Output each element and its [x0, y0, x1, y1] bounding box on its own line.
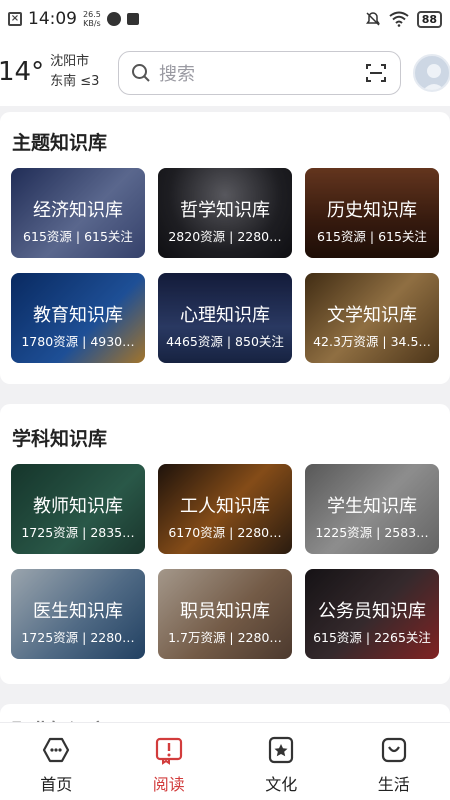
top-header: 14° 沈阳市 东南 ≤3 搜索 — [0, 38, 450, 106]
library-card-psychology[interactable]: 心理知识库 4465资源 | 850关注 — [158, 273, 292, 363]
tab-label: 首页 — [40, 775, 73, 794]
library-card-worker[interactable]: 工人知识库 6170资源 | 2280… — [158, 464, 292, 554]
battery-indicator: 88 — [416, 10, 442, 28]
bottom-tab-bar: 首页 阅读 文化 生活 — [0, 722, 450, 800]
card-title: 心理知识库 — [180, 305, 270, 326]
card-title: 哲学知识库 — [180, 200, 270, 221]
weather-location: 沈阳市 东南 ≤3 — [50, 52, 99, 92]
card-title: 公务员知识库 — [318, 601, 426, 622]
close-notification-icon: × — [8, 12, 22, 26]
network-speed: 26.5 KB/s — [83, 10, 101, 28]
card-meta: 1725资源 | 2835… — [21, 525, 135, 540]
tab-culture[interactable]: 文化 — [225, 723, 338, 800]
card-title: 医生知识库 — [33, 601, 123, 622]
search-bar[interactable]: 搜索 — [118, 51, 401, 95]
card-meta: 615资源 | 615关注 — [23, 229, 133, 244]
card-title: 经济知识库 — [33, 200, 123, 221]
star-badge-icon — [269, 736, 294, 764]
tab-label: 生活 — [377, 775, 410, 794]
section-title: 主题知识库 — [12, 132, 108, 154]
library-card-civil-servant[interactable]: 公务员知识库 615资源 | 2265关注 — [305, 569, 439, 659]
card-meta: 1780资源 | 4930… — [21, 334, 135, 349]
status-bar: × 14:09 26.5 KB/s 88 — [0, 0, 450, 38]
card-meta: 1225资源 | 2583… — [315, 525, 429, 540]
library-card-history[interactable]: 历史知识库 615资源 | 615关注 — [305, 168, 439, 258]
tab-life[interactable]: 生活 — [338, 723, 450, 800]
card-title: 工人知识库 — [180, 496, 270, 517]
mute-bell-icon — [365, 12, 380, 26]
card-meta: 1725资源 | 2280… — [21, 630, 135, 645]
library-card-teacher[interactable]: 教师知识库 1725资源 | 2835… — [11, 464, 145, 554]
app-notification-icon-2 — [126, 13, 139, 25]
wifi-icon — [389, 11, 409, 27]
chat-bubble-icon — [43, 737, 70, 763]
temperature: 14° — [0, 57, 45, 87]
library-card-philosophy[interactable]: 哲学知识库 2820资源 | 2280… — [158, 168, 292, 258]
card-title: 文学知识库 — [327, 305, 417, 326]
library-card-student[interactable]: 学生知识库 1225资源 | 2583… — [305, 464, 439, 554]
theme-library-section: 主题知识库 经济知识库 615资源 | 615关注 哲学知识库 2820资源 |… — [0, 112, 450, 384]
card-title: 学生知识库 — [327, 496, 417, 517]
library-card-doctor[interactable]: 医生知识库 1725资源 | 2280… — [11, 569, 145, 659]
card-meta: 42.3万资源 | 34.5… — [313, 334, 431, 349]
section-title: 学科知识库 — [12, 428, 108, 450]
tab-label: 阅读 — [152, 775, 185, 794]
card-meta: 615资源 | 2265关注 — [313, 630, 431, 645]
tab-home[interactable]: 首页 — [0, 723, 113, 800]
card-meta: 615资源 | 615关注 — [317, 229, 427, 244]
avatar[interactable] — [413, 54, 450, 92]
card-title: 历史知识库 — [327, 200, 417, 221]
card-meta: 2820资源 | 2280… — [168, 229, 282, 244]
library-card-clerk[interactable]: 职员知识库 1.7万资源 | 2280… — [158, 569, 292, 659]
library-card-economics[interactable]: 经济知识库 615资源 | 615关注 — [11, 168, 145, 258]
scan-icon[interactable] — [364, 61, 388, 85]
search-icon — [132, 64, 150, 82]
card-meta: 4465资源 | 850关注 — [166, 334, 284, 349]
status-time: 14:09 — [28, 9, 77, 29]
library-card-literature[interactable]: 文学知识库 42.3万资源 | 34.5… — [305, 273, 439, 363]
tab-label: 文化 — [265, 775, 298, 794]
card-meta: 1.7万资源 | 2280… — [168, 630, 282, 645]
wind: 东南 ≤3 — [50, 74, 100, 89]
card-title: 教师知识库 — [33, 496, 123, 517]
card-title: 职员知识库 — [180, 601, 270, 622]
bag-smile-icon — [381, 737, 406, 763]
book-icon — [155, 737, 182, 765]
subject-library-section: 学科知识库 教师知识库 1725资源 | 2835… 工人知识库 6170资源 … — [0, 404, 450, 684]
search-input[interactable]: 搜索 — [159, 60, 364, 86]
city: 沈阳市 — [50, 54, 90, 69]
app-notification-icon — [106, 12, 121, 26]
library-card-education[interactable]: 教育知识库 1780资源 | 4930… — [11, 273, 145, 363]
card-title: 教育知识库 — [33, 305, 123, 326]
user-icon — [423, 64, 445, 90]
tab-reading[interactable]: 阅读 — [113, 723, 226, 800]
card-meta: 6170资源 | 2280… — [168, 525, 282, 540]
